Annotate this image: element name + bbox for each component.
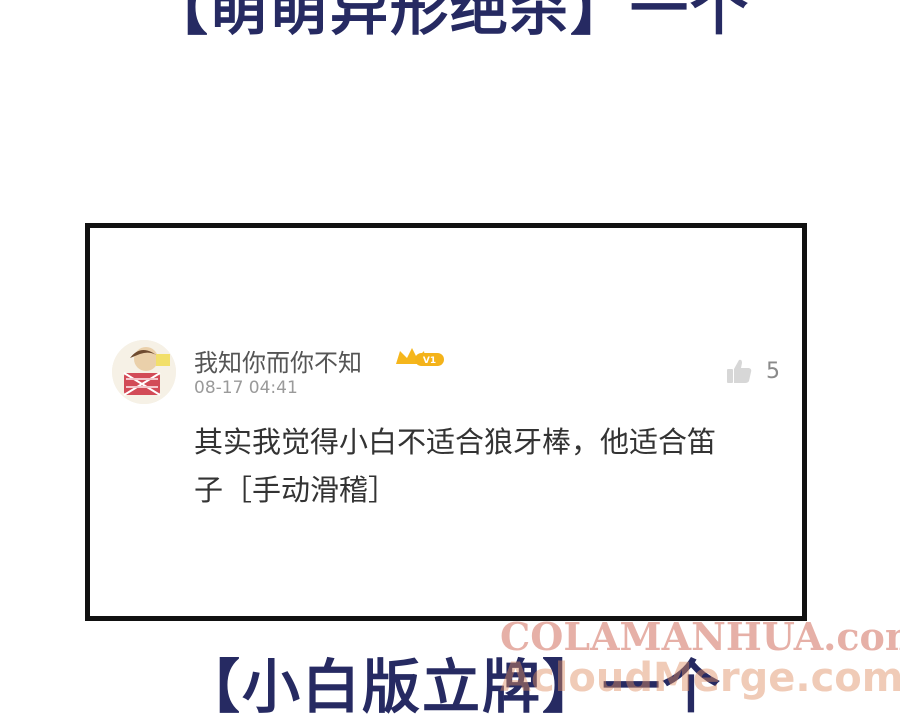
avatar-image (112, 340, 176, 404)
watermark-line-2: AcloudMerge.com (500, 655, 900, 701)
comment-body: 其实我觉得小白不适合狼牙棒，他适合笛子［手动滑稽］ (194, 425, 717, 507)
comment-card: 我知你而你不知 V1 08-17 04:41 5 其实我觉得小白不适合狼牙棒，他… (85, 223, 807, 621)
comment-username[interactable]: 我知你而你不知 (194, 343, 362, 378)
crown-icon: V1 (394, 344, 446, 370)
comment-timestamp: 08-17 04:41 (194, 378, 298, 398)
top-banner-text: 【萌萌异形绝杀】一个 (150, 0, 751, 43)
vip-badge-label: V1 (423, 356, 436, 366)
thumbs-up-icon (727, 359, 752, 383)
like-button[interactable]: 5 (724, 356, 780, 386)
like-count: 5 (766, 358, 780, 384)
avatar[interactable] (112, 340, 176, 404)
watermark-line-1: COLAMANHUA.com (500, 614, 900, 659)
